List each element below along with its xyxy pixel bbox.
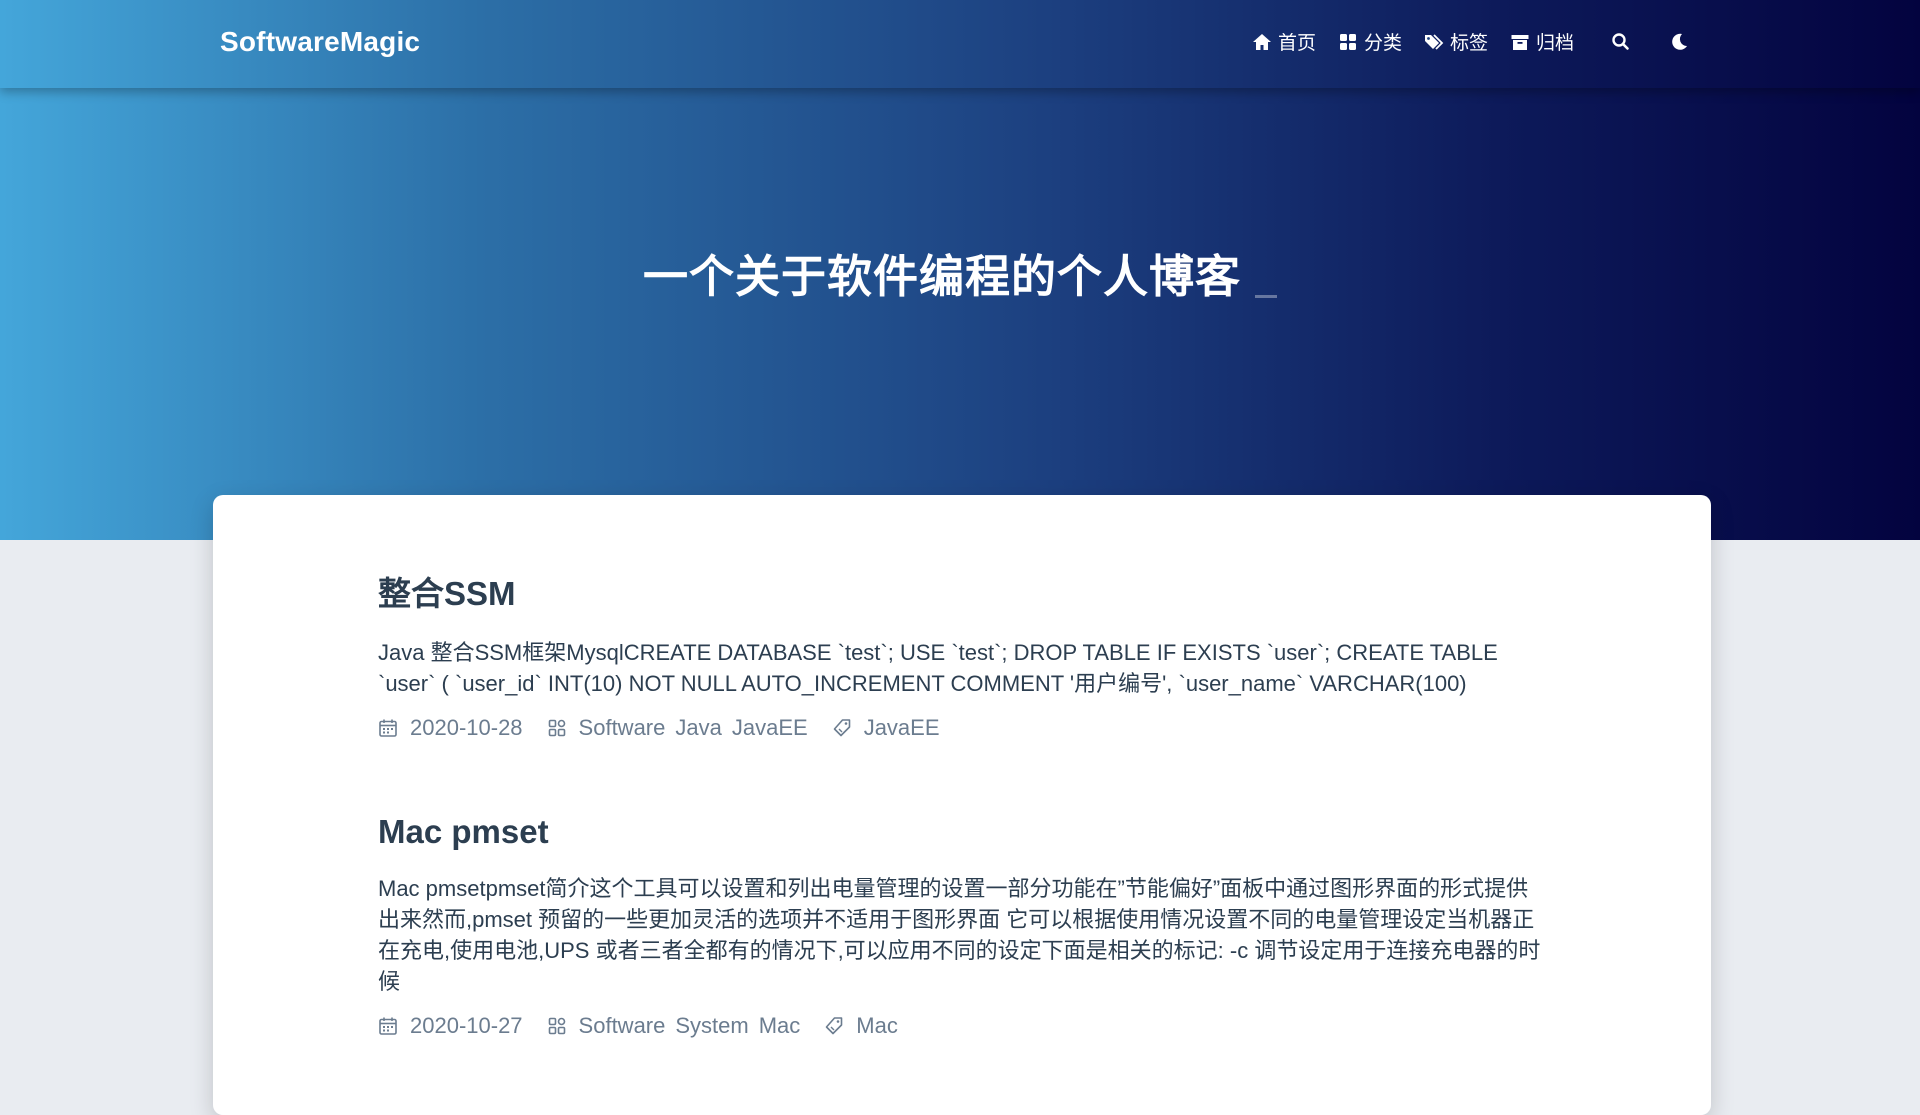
category-link[interactable]: Software bbox=[579, 715, 666, 741]
category-link[interactable]: JavaEE bbox=[732, 715, 808, 741]
nav-item-tags[interactable]: 标签 bbox=[1424, 28, 1488, 55]
post-date-text: 2020-10-28 bbox=[410, 715, 523, 740]
tag-icon bbox=[832, 718, 852, 738]
archive-icon bbox=[1510, 32, 1530, 52]
calendar-icon bbox=[378, 718, 398, 738]
hero-tagline: 一个关于软件编程的个人博客 bbox=[0, 240, 1920, 305]
search-icon bbox=[1610, 31, 1632, 53]
post-excerpt: Java 整合SSM框架MysqlCREATE DATABASE `test`;… bbox=[378, 640, 1498, 696]
nav-item-home-label: 首页 bbox=[1277, 33, 1316, 54]
typing-cursor bbox=[1255, 295, 1277, 298]
post-date-text: 2020-10-27 bbox=[410, 1013, 523, 1038]
post-title[interactable]: 整合SSM bbox=[378, 567, 1548, 615]
nav-item-tags-label: 标签 bbox=[1449, 33, 1488, 54]
category-icon bbox=[547, 718, 567, 738]
moon-icon bbox=[1668, 31, 1690, 53]
post-categories: Software Java JavaEE bbox=[547, 715, 808, 741]
nav-item-archive-label: 归档 bbox=[1535, 33, 1574, 54]
category-link[interactable]: Java bbox=[675, 715, 721, 741]
post-tags: Mac bbox=[824, 1013, 898, 1039]
post-excerpt: Mac pmsetpmset简介这个工具可以设置和列出电量管理的设置一部分功能在… bbox=[378, 876, 1541, 994]
category-icon bbox=[547, 1016, 567, 1036]
tag-link[interactable]: JavaEE bbox=[864, 715, 940, 741]
category-link[interactable]: System bbox=[675, 1013, 748, 1039]
post-meta: 2020-10-27 Software System Mac Mac bbox=[378, 1013, 1548, 1039]
navbar: SoftwareMagic 首页 分类 标签 归档 bbox=[0, 0, 1920, 88]
nav-item-home[interactable]: 首页 bbox=[1252, 28, 1316, 55]
post-list-card: 整合SSM Java 整合SSM框架MysqlCREATE DATABASE `… bbox=[213, 495, 1711, 1115]
main-nav: 首页 分类 标签 归档 bbox=[1252, 28, 1690, 55]
search-button[interactable] bbox=[1610, 31, 1632, 53]
home-icon bbox=[1252, 32, 1272, 52]
tag-icon bbox=[824, 1016, 844, 1036]
grid-icon bbox=[1338, 32, 1358, 52]
nav-item-archive[interactable]: 归档 bbox=[1510, 28, 1574, 55]
post-date: 2020-10-28 bbox=[378, 715, 523, 741]
hero-tagline-text: 一个关于软件编程的个人博客 bbox=[642, 251, 1241, 302]
post-date: 2020-10-27 bbox=[378, 1013, 523, 1039]
category-link[interactable]: Software bbox=[579, 1013, 666, 1039]
post-tags: JavaEE bbox=[832, 715, 940, 741]
post-meta: 2020-10-28 Software Java JavaEE JavaEE bbox=[378, 715, 1548, 741]
tag-link[interactable]: Mac bbox=[856, 1013, 898, 1039]
post-title[interactable]: Mac pmset bbox=[378, 813, 1548, 851]
nav-item-categories[interactable]: 分类 bbox=[1338, 28, 1402, 55]
site-brand[interactable]: SoftwareMagic bbox=[220, 26, 420, 58]
category-link[interactable]: Mac bbox=[759, 1013, 801, 1039]
post-item: Mac pmset Mac pmsetpmset简介这个工具可以设置和列出电量管… bbox=[378, 813, 1548, 1039]
theme-toggle-button[interactable] bbox=[1668, 31, 1690, 53]
post-categories: Software System Mac bbox=[547, 1013, 801, 1039]
tags-icon bbox=[1424, 32, 1444, 52]
nav-item-categories-label: 分类 bbox=[1363, 33, 1402, 54]
post-item: 整合SSM Java 整合SSM框架MysqlCREATE DATABASE `… bbox=[378, 567, 1548, 741]
calendar-icon bbox=[378, 1016, 398, 1036]
